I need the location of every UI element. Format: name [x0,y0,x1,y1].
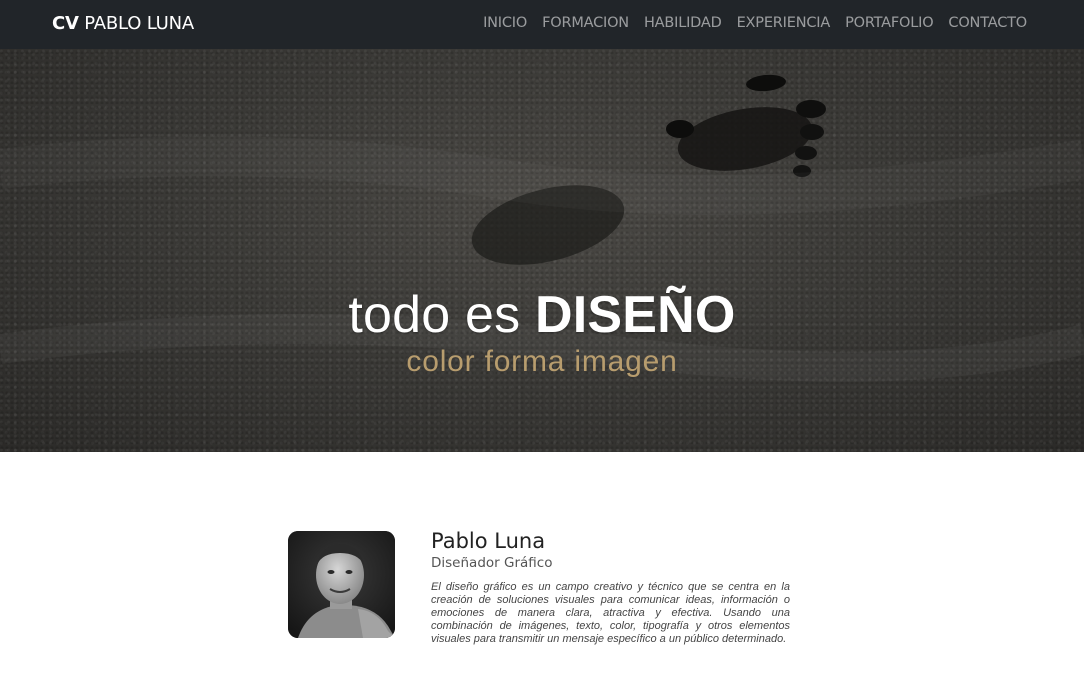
hero-title-bold: DISEÑO [535,286,736,344]
hero-title-light: todo es [348,286,536,344]
brand-name: PABLO LUNA [78,13,194,34]
nav-links: INICIO FORMACION HABILIDAD EXPERIENCIA P… [476,15,1027,31]
top-navbar: CV PABLO LUNA INICIO FORMACION HABILIDAD… [0,0,1084,49]
nav-link-formacion[interactable]: FORMACION [535,15,637,31]
nav-link-experiencia[interactable]: EXPERIENCIA [729,15,837,31]
nav-link-inicio[interactable]: INICIO [476,15,535,31]
footprint-image [0,74,1084,382]
hero-subtitle: color forma imagen [406,345,678,378]
hero-title: todo es DISEÑO [0,285,1084,345]
nav-link-contacto[interactable]: CONTACTO [941,15,1027,31]
profile-bio: El diseño gráfico es un campo creativo y… [431,581,790,645]
nav-link-habilidad[interactable]: HABILIDAD [636,15,729,31]
profile-photo [288,531,395,638]
brand-logo[interactable]: CV PABLO LUNA [52,13,194,34]
portrait-image [288,531,395,638]
nav-link-portafolio[interactable]: PORTAFOLIO [838,15,941,31]
brand-initials: CV [52,13,79,34]
hero-banner: todo es DISEÑO color forma imagen [0,49,1084,452]
profile-role: Diseñador Gráfico [431,555,553,571]
profile-name: Pablo Luna [431,529,546,553]
